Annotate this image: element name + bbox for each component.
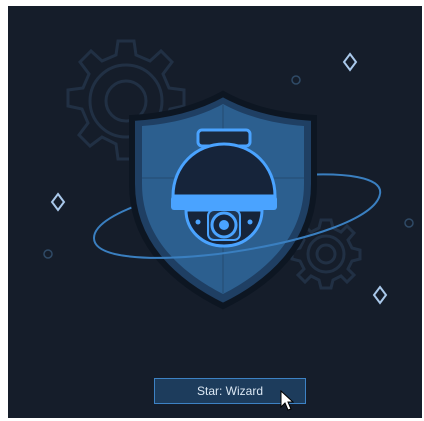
sparkle-icon [372, 285, 388, 305]
security-camera-shield-icon [129, 90, 317, 310]
sparkle-icon [50, 192, 66, 212]
hero-illustration [43, 39, 414, 310]
mouse-pointer-icon [280, 390, 294, 411]
wizard-splash-screen: Star: Wizard [8, 6, 422, 418]
sparkle-icon [342, 52, 358, 72]
